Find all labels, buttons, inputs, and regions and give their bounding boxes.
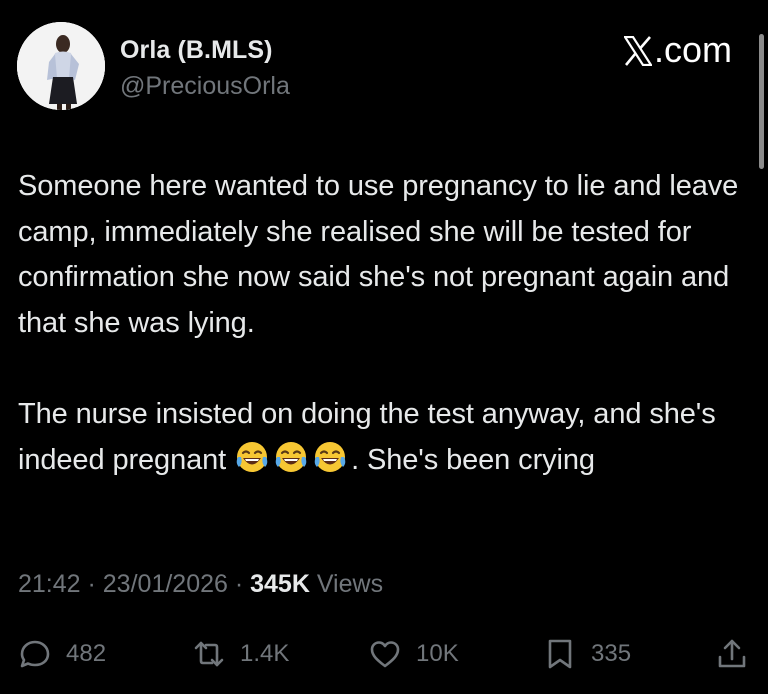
- tears-of-joy-emoji-icon: [273, 439, 309, 475]
- repost-icon: [192, 637, 226, 671]
- repost-count: 1.4K: [240, 640, 290, 667]
- action-bar: 482 1.4K 10K 335: [0, 630, 768, 678]
- user-handle[interactable]: @PreciousOrla: [120, 72, 290, 101]
- x-logo-icon: [622, 33, 653, 67]
- views-count: 345K: [250, 570, 310, 598]
- tweet-time[interactable]: 21:42: [18, 570, 81, 598]
- share-icon: [715, 637, 749, 671]
- brand-domain: .com: [653, 29, 732, 70]
- reply-count: 482: [66, 640, 107, 667]
- tweet-text: Someone here wanted to use pregnancy to …: [18, 164, 753, 483]
- tweet-date[interactable]: 23/01/2026: [103, 570, 228, 598]
- reply-button[interactable]: 482: [18, 630, 106, 678]
- share-button[interactable]: [715, 630, 749, 678]
- tweet-paragraph: The nurse insisted on doing the test any…: [18, 392, 753, 483]
- bookmark-button[interactable]: 335: [543, 630, 631, 678]
- like-count: 10K: [416, 640, 459, 667]
- like-button[interactable]: 10K: [368, 630, 459, 678]
- meta-separator: ·: [227, 570, 251, 598]
- reply-icon: [18, 637, 52, 671]
- bookmark-count: 335: [591, 640, 632, 667]
- meta-separator: ·: [80, 570, 103, 598]
- tears-of-joy-emoji-icon: [312, 439, 348, 475]
- display-name[interactable]: Orla (B.MLS): [120, 36, 273, 65]
- repost-button[interactable]: 1.4K: [192, 630, 289, 678]
- tears-of-joy-emoji-icon: [234, 439, 270, 475]
- scrollbar[interactable]: [759, 34, 764, 169]
- bookmark-icon: [543, 637, 577, 671]
- profile-photo: [17, 22, 105, 110]
- x-brand: .com: [622, 29, 732, 71]
- tweet-text-segment: . She's been crying: [351, 443, 595, 476]
- tweet-meta: 21:42 · 23/01/2026 · 345K Views: [18, 570, 383, 599]
- tweet-paragraph: Someone here wanted to use pregnancy to …: [18, 170, 739, 340]
- heart-icon: [368, 637, 402, 671]
- views-label: Views: [309, 570, 384, 598]
- tweet-card: Orla (B.MLS) @PreciousOrla .com Someone …: [0, 0, 768, 694]
- avatar[interactable]: [17, 22, 105, 110]
